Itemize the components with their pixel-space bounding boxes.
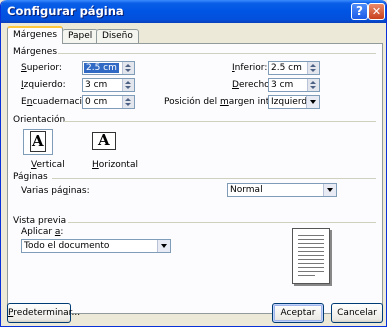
preview-text-line xyxy=(298,235,324,236)
group-divider xyxy=(52,178,376,179)
chevron-down-icon[interactable] xyxy=(306,96,319,108)
default-button[interactable]: Predeterminar... xyxy=(7,303,80,323)
spin-up-icon[interactable] xyxy=(125,64,131,67)
left-margin-label: Izquierdo: xyxy=(21,80,66,90)
bottom-margin-label: Inferior: xyxy=(232,63,268,73)
page-setup-dialog: Configurar página ? ✕ Márgenes Papel Dis… xyxy=(0,0,387,327)
preview-text-line xyxy=(298,259,324,260)
apply-to-value[interactable]: Todo el documento xyxy=(24,241,109,251)
spinner-arrows[interactable] xyxy=(307,79,319,91)
spin-up-icon[interactable] xyxy=(125,81,131,84)
help-icon[interactable]: ? xyxy=(351,3,368,20)
preview-text-line xyxy=(298,267,324,268)
landscape-label[interactable]: Horizontal xyxy=(92,160,138,170)
spin-down-icon[interactable] xyxy=(125,103,131,106)
cancel-button[interactable]: Cancelar xyxy=(331,303,383,323)
portrait-page-icon[interactable]: A xyxy=(30,131,46,152)
spin-down-icon[interactable] xyxy=(125,86,131,89)
chevron-down-icon[interactable] xyxy=(323,184,336,196)
spin-up-icon[interactable] xyxy=(310,81,316,84)
portrait-label[interactable]: Vertical xyxy=(31,160,65,170)
preview-text-line xyxy=(298,255,324,256)
left-margin-spinner[interactable]: 3 cm xyxy=(82,78,135,92)
right-margin-value[interactable]: 3 cm xyxy=(271,80,293,90)
preview-text-line xyxy=(298,239,324,240)
top-margin-label: Superior: xyxy=(21,63,62,73)
landscape-page-icon[interactable]: A xyxy=(92,131,116,150)
group-divider xyxy=(68,222,376,223)
spin-down-icon[interactable] xyxy=(310,86,316,89)
apply-to-select[interactable]: Todo el documento xyxy=(21,239,171,253)
landscape-option[interactable]: A xyxy=(92,131,122,153)
landscape-glyph: A xyxy=(98,131,110,149)
right-margin-spinner[interactable]: 3 cm xyxy=(268,78,320,92)
group-divider xyxy=(64,121,376,122)
preview-text-line xyxy=(298,271,324,272)
preview-text-line xyxy=(298,247,324,248)
title-bar[interactable]: Configurar página ? ✕ xyxy=(1,0,386,23)
top-margin-value[interactable]: 2.5 cm xyxy=(84,63,119,73)
portrait-glyph: A xyxy=(32,132,44,150)
preview-text-line xyxy=(298,263,324,264)
orientation-group-title: Orientación xyxy=(13,115,69,125)
right-margin-label: Derecho: xyxy=(232,80,273,90)
spinner-arrows[interactable] xyxy=(307,62,319,74)
preview-text-line xyxy=(298,275,315,276)
bottom-margin-spinner[interactable]: 2.5 cm xyxy=(268,61,320,75)
group-divider xyxy=(58,53,376,54)
left-margin-value[interactable]: 3 cm xyxy=(85,80,107,90)
tab-layout[interactable]: Diseño xyxy=(96,29,139,44)
spin-up-icon[interactable] xyxy=(125,98,131,101)
pages-group-title: Páginas xyxy=(13,172,51,182)
multiple-pages-value[interactable]: Normal xyxy=(230,185,263,195)
preview-group-title: Vista previa xyxy=(13,216,70,226)
multiple-pages-label: Varias páginas: xyxy=(21,186,90,196)
apply-to-label: Aplicar a: xyxy=(21,227,64,237)
top-margin-spinner[interactable]: 2.5 cm xyxy=(82,61,135,75)
preview-text-line xyxy=(298,243,324,244)
gutter-position-select[interactable]: Izquierda xyxy=(268,95,320,109)
spinner-arrows[interactable] xyxy=(122,96,134,108)
preview-text-line xyxy=(298,251,324,252)
page-preview-icon xyxy=(292,228,330,284)
margins-group-title: Márgenes xyxy=(13,47,61,57)
tab-paper[interactable]: Papel xyxy=(62,29,99,44)
portrait-option[interactable]: A xyxy=(23,129,53,155)
tab-margins[interactable]: Márgenes xyxy=(7,26,64,44)
window-title: Configurar página xyxy=(7,4,124,18)
close-icon[interactable]: ✕ xyxy=(368,3,385,20)
spinner-arrows[interactable] xyxy=(122,79,134,91)
gutter-spinner[interactable]: 0 cm xyxy=(82,95,135,109)
bottom-margin-value[interactable]: 2.5 cm xyxy=(271,63,302,73)
spinner-arrows[interactable] xyxy=(122,62,134,74)
spin-down-icon[interactable] xyxy=(125,69,131,72)
spin-up-icon[interactable] xyxy=(310,64,316,67)
multiple-pages-select[interactable]: Normal xyxy=(227,183,337,197)
spin-down-icon[interactable] xyxy=(310,69,316,72)
gutter-value[interactable]: 0 cm xyxy=(85,97,107,107)
chevron-down-icon[interactable] xyxy=(157,240,170,252)
ok-button[interactable]: Aceptar xyxy=(272,303,324,323)
